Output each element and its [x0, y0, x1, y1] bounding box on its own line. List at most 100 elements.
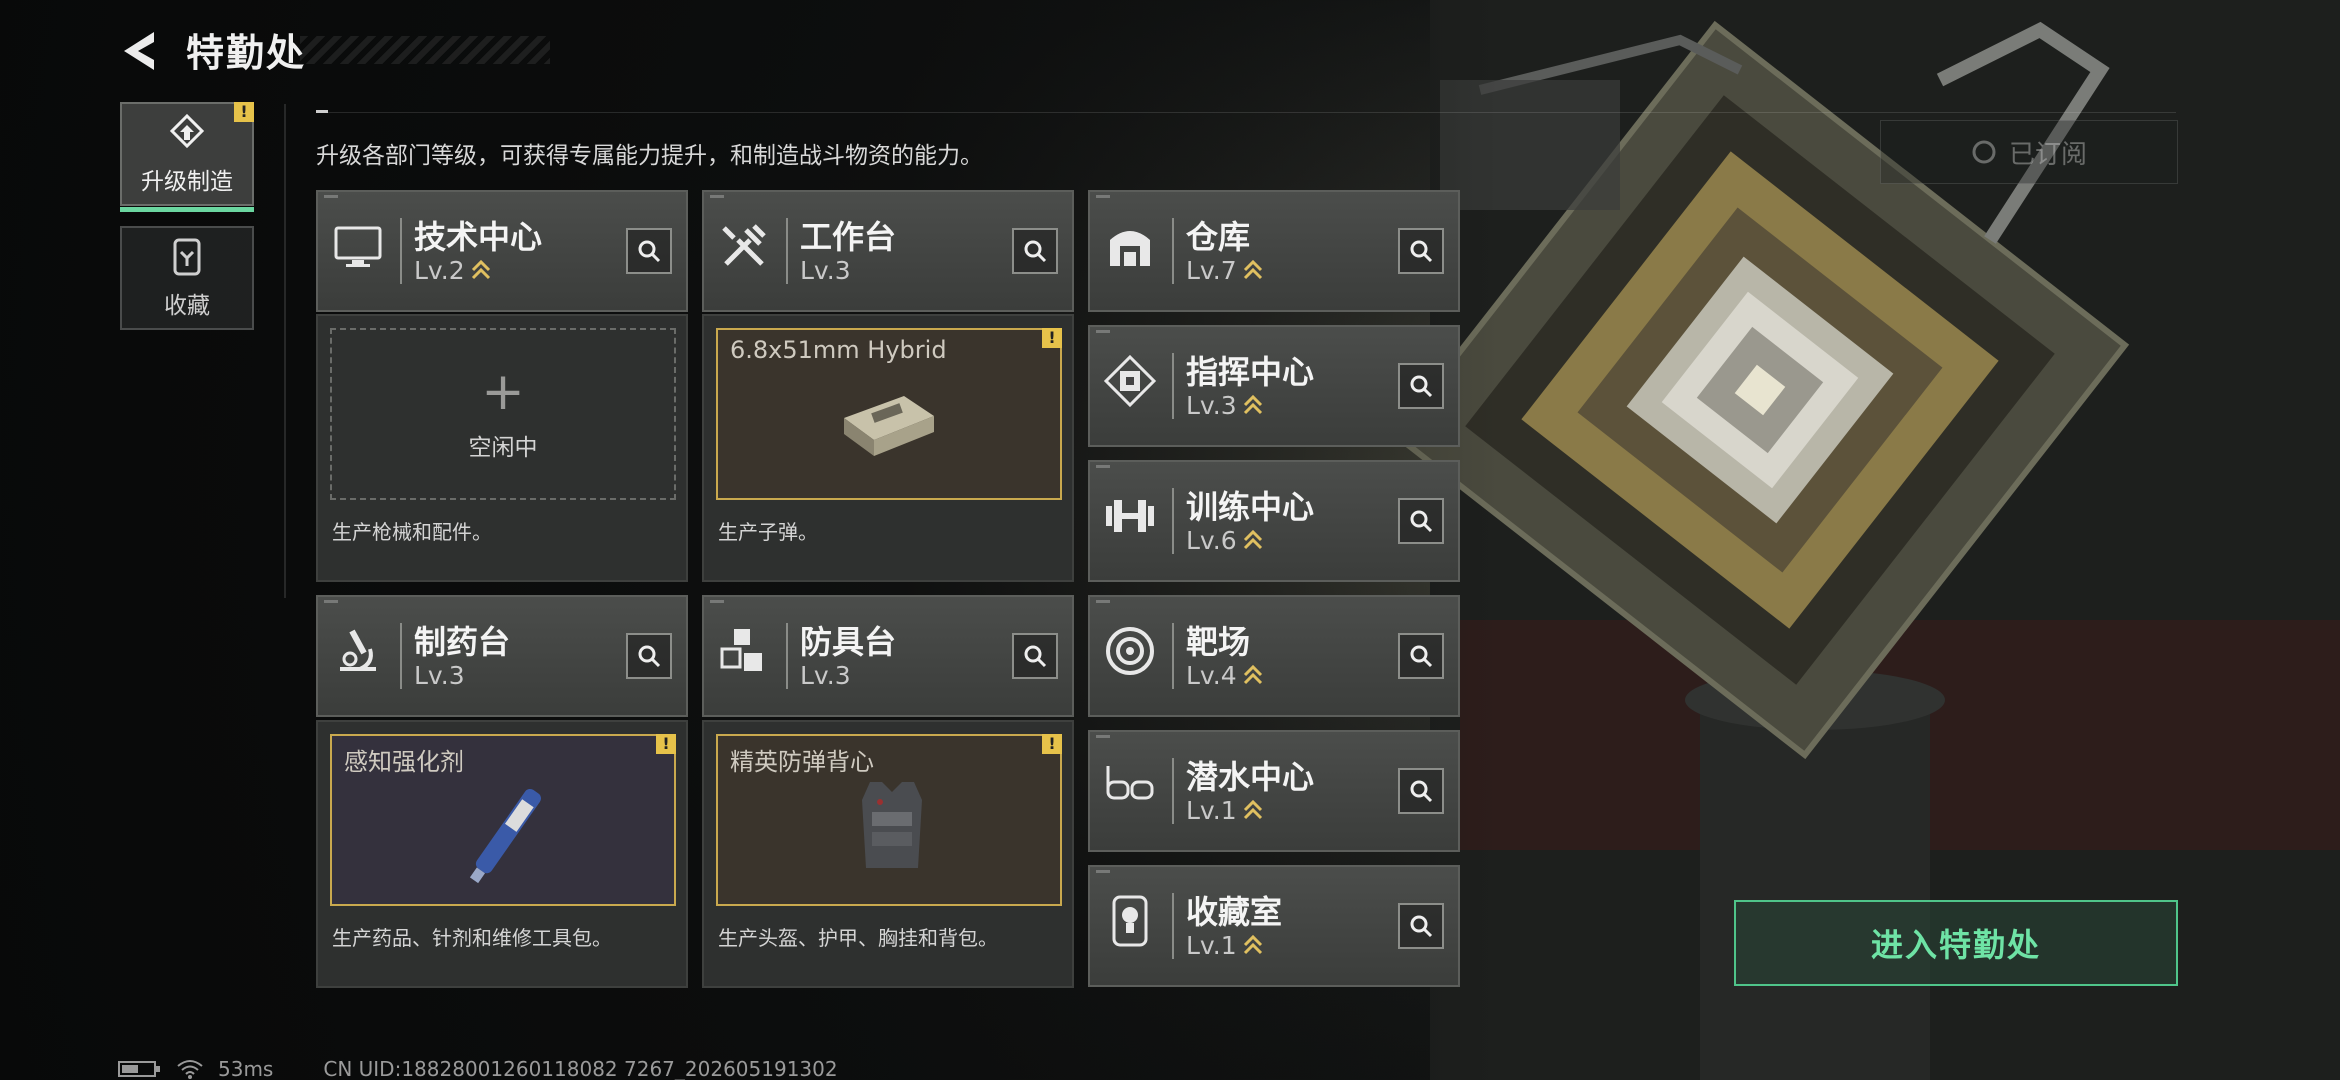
- search-button[interactable]: [1398, 498, 1444, 544]
- search-button[interactable]: [1012, 228, 1058, 274]
- ping-value: 53ms: [218, 1057, 274, 1080]
- search-button[interactable]: [1398, 903, 1444, 949]
- alert-badge: !: [1042, 734, 1062, 754]
- facility-training-center[interactable]: 训练中心 Lv.6: [1088, 460, 1460, 582]
- search-icon: [1410, 645, 1433, 668]
- facility-level: Lv.3: [1186, 391, 1237, 420]
- idle-slot[interactable]: + 空闲中: [330, 328, 676, 500]
- search-button[interactable]: [626, 228, 672, 274]
- item-name: 6.8x51mm Hybrid: [730, 336, 947, 364]
- facility-name: 收藏室: [1186, 893, 1283, 931]
- facility-name: 工作台: [800, 218, 897, 256]
- bell-icon: [1972, 140, 1996, 164]
- alert-badge: !: [656, 734, 676, 754]
- subscribed-button[interactable]: 已订阅: [1880, 120, 2178, 184]
- search-icon: [638, 645, 661, 668]
- trophy-icon: [1112, 895, 1148, 947]
- upgrade-chevron-icon: [1243, 394, 1262, 414]
- search-icon: [1410, 510, 1433, 533]
- divider-line: [316, 112, 2176, 113]
- upgrade-chevron-icon: [1243, 664, 1262, 684]
- search-button[interactable]: [1398, 768, 1444, 814]
- dumbbell-icon: [1106, 500, 1154, 532]
- facility-warehouse[interactable]: 仓库 Lv.7: [1088, 190, 1460, 312]
- facility-pharmacy[interactable]: 制药台 Lv.3: [316, 595, 688, 717]
- production-item-slot[interactable]: 感知强化剂 !: [330, 734, 676, 906]
- tab-upgrade-manufacture[interactable]: 升级制造 !: [120, 102, 254, 212]
- search-icon: [1410, 375, 1433, 398]
- wifi-icon: [177, 1060, 203, 1079]
- facility-shooting-range[interactable]: 靶场 Lv.4: [1088, 595, 1460, 717]
- facility-command-center[interactable]: 指挥中心 Lv.3: [1088, 325, 1460, 447]
- item-name: 精英防弹背心: [730, 748, 874, 776]
- item-name: 感知强化剂: [344, 748, 464, 776]
- facility-level: Lv.7: [1186, 256, 1237, 285]
- divider-line: [284, 104, 286, 598]
- injector-icon: [469, 788, 541, 884]
- facility-workbench[interactable]: 工作台 Lv.3: [702, 190, 1074, 312]
- facility-level: Lv.2: [414, 256, 465, 285]
- facility-tech-center[interactable]: 技术中心 Lv.2: [316, 190, 688, 312]
- upgrade-icon: [169, 113, 205, 149]
- facility-name: 潜水中心: [1186, 758, 1315, 796]
- tab-label: 升级制造: [141, 169, 233, 195]
- monitor-icon: [334, 226, 382, 267]
- subscribed-label: 已订阅: [2008, 139, 2087, 170]
- facility-diving-center[interactable]: 潜水中心 Lv.1: [1088, 730, 1460, 852]
- idle-label: 空闲中: [468, 435, 538, 461]
- target-icon: [1106, 627, 1154, 675]
- facility-name: 技术中心: [414, 218, 543, 256]
- search-button[interactable]: [1398, 228, 1444, 274]
- facility-level: Lv.6: [1186, 526, 1237, 555]
- facility-name: 指挥中心: [1186, 353, 1315, 391]
- facility-collection-room[interactable]: 收藏室 Lv.1: [1088, 865, 1460, 987]
- alert-badge: !: [234, 102, 254, 122]
- facility-name: 靶场: [1186, 623, 1251, 661]
- collection-icon: [173, 238, 201, 276]
- facility-name: 制药台: [414, 623, 511, 661]
- search-icon: [1410, 915, 1433, 938]
- chip-icon: [1103, 354, 1157, 408]
- production-item-slot[interactable]: 精英防弹背心 !: [716, 734, 1062, 906]
- facility-name: 训练中心: [1186, 488, 1315, 526]
- tab-label: 收藏: [164, 293, 210, 319]
- page-title: 特勤处: [186, 31, 307, 75]
- enter-special-ops-button[interactable]: 进入特勤处: [1734, 900, 2178, 986]
- divider-tick: [316, 110, 328, 113]
- production-panel-workbench: 6.8x51mm Hybrid ! 生产子弹。: [702, 314, 1074, 582]
- facility-level: Lv.1: [1186, 931, 1237, 960]
- production-panel-armor-bench: 精英防弹背心 ! 生产头盔、护甲、胸挂和背包。: [702, 720, 1074, 988]
- search-button[interactable]: [1012, 633, 1058, 679]
- facility-name: 防具台: [800, 623, 897, 661]
- alert-badge: !: [1042, 328, 1062, 348]
- facility-level: Lv.3: [414, 661, 465, 690]
- tab-collection[interactable]: 收藏: [120, 226, 254, 330]
- search-icon: [638, 240, 661, 263]
- search-icon: [1410, 240, 1433, 263]
- back-button[interactable]: [116, 26, 166, 76]
- search-button[interactable]: [626, 633, 672, 679]
- user-uid: CN UID:18828001260118082 7267_2026051913…: [323, 1057, 838, 1080]
- upgrade-chevron-icon: [1243, 934, 1262, 954]
- search-button[interactable]: [1398, 633, 1444, 679]
- status-bar: 53ms CN UID:18828001260118082 7267_20260…: [118, 1056, 838, 1080]
- facility-armor-bench[interactable]: 防具台 Lv.3: [702, 595, 1074, 717]
- production-description: 生产药品、针剂和维修工具包。: [332, 926, 612, 950]
- upgrade-chevron-icon: [471, 259, 490, 279]
- production-item-slot[interactable]: 6.8x51mm Hybrid !: [716, 328, 1062, 500]
- facility-name: 仓库: [1186, 218, 1251, 256]
- ammo-box-icon: [844, 396, 934, 456]
- goggles-icon: [1106, 766, 1154, 800]
- cubes-icon: [720, 629, 762, 671]
- microscope-icon: [340, 629, 376, 671]
- production-panel-tech-center: + 空闲中 生产枪械和配件。: [316, 314, 688, 582]
- upgrade-chevron-icon: [1243, 259, 1262, 279]
- search-icon: [1024, 645, 1047, 668]
- upgrade-chevron-icon: [1243, 529, 1262, 549]
- back-arrow-icon: [124, 32, 154, 70]
- search-icon: [1024, 240, 1047, 263]
- production-description: 生产头盔、护甲、胸挂和背包。: [718, 926, 998, 950]
- battery-icon: [118, 1061, 160, 1077]
- title-decoration: [300, 36, 550, 64]
- search-button[interactable]: [1398, 363, 1444, 409]
